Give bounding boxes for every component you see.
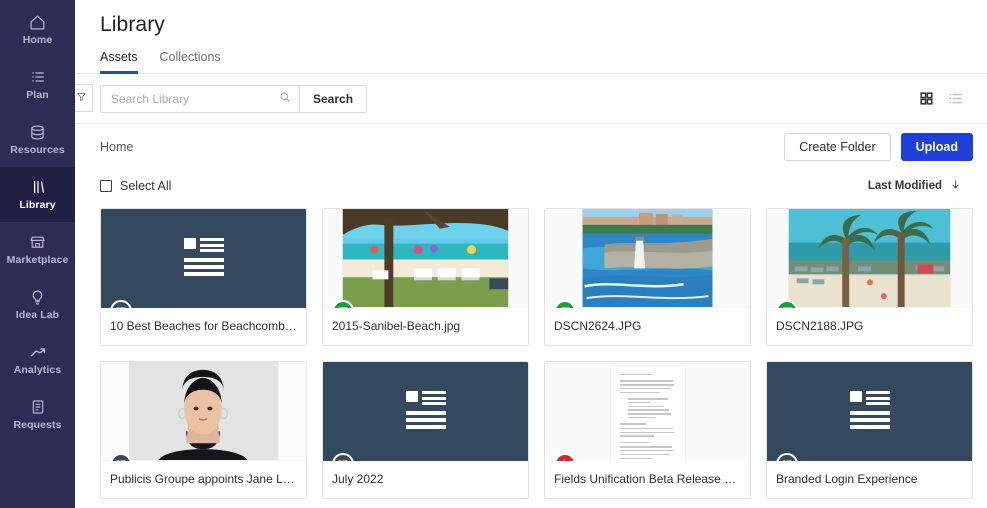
article-icon [332,453,354,461]
photo-lighthouse [545,209,750,308]
breadcrumb-item-home[interactable]: Home [100,140,133,154]
home-icon [29,13,47,31]
store-icon [29,233,47,251]
asset-title: Branded Login Experience [776,472,918,486]
list-icon [29,68,47,86]
database-icon [29,123,47,141]
search-input-wrap [101,86,299,112]
asset-thumbnail [101,362,306,461]
breadcrumb-bar: Home Create Folder Upload [75,124,987,170]
document-placeholder-icon [183,238,224,279]
page-title: Library [100,13,165,36]
sidebar-item-label: Marketplace [6,254,69,266]
sidebar-item-label: Analytics [13,364,62,376]
document-placeholder-icon [849,391,890,432]
photo-sanibel-beach [323,209,528,308]
sidebar-item-label: Requests [13,419,62,431]
photo-palm-beach [767,209,972,308]
sidebar-item-label: Library [19,199,56,211]
asset-thumbnail [767,209,972,308]
sidebar-item-resources[interactable]: Resources [0,112,75,167]
asset-card[interactable]: July 2022 [322,361,529,499]
view-toggle-group [919,91,973,106]
sort-control[interactable]: Last Modified [868,178,973,194]
primary-actions: Create Folder Upload [784,133,973,161]
tab-assets[interactable]: Assets [100,50,138,74]
primary-sidebar: Home Plan Resources Library Marketplace [0,0,75,508]
search-input[interactable] [111,91,279,106]
document-icon [29,398,47,416]
search-icon[interactable] [279,90,291,108]
search-box: Search [100,84,368,113]
sidebar-item-label: Resources [10,144,65,156]
asset-card[interactable]: DSCN2188.JPG [766,208,973,346]
lightbulb-icon [29,288,47,306]
asset-card[interactable]: Fields Unification Beta Release FA... [544,361,751,499]
asset-grid: 10 Best Beaches for Beachcombers 2015-Sa… [75,202,987,499]
asset-title: 10 Best Beaches for Beachcombers [110,319,302,333]
app-root: Home Plan Resources Library Marketplace [0,0,987,508]
select-all-label[interactable]: Select All [120,179,171,193]
asset-card[interactable]: Branded Login Experience [766,361,973,499]
arrow-down-icon [950,178,961,194]
sidebar-item-idea-lab[interactable]: Idea Lab [0,277,75,332]
asset-card[interactable]: 10 Best Beaches for Beachcombers [100,208,307,346]
sidebar-item-analytics[interactable]: Analytics [0,332,75,387]
asset-title: Fields Unification Beta Release FA... [554,472,749,486]
tab-collections[interactable]: Collections [160,50,221,73]
main-content: Library Assets Collections Search Librar… [75,0,987,508]
asset-title: Publicis Groupe appoints Jane Lin... [110,472,303,486]
create-folder-button[interactable]: Create Folder [784,133,891,161]
document-placeholder-icon [405,391,446,432]
list-view-icon[interactable] [948,91,963,106]
trending-up-icon [29,343,47,361]
asset-title: 2015-Sanibel-Beach.jpg [332,319,461,333]
books-icon [29,178,47,196]
selection-toolbar: Select All Last Modified [75,170,987,202]
asset-card[interactable]: DSCN2624.JPG [544,208,751,346]
sidebar-item-marketplace[interactable]: Marketplace [0,222,75,277]
article-icon [110,300,132,308]
search-toolbar: Search [75,74,987,124]
asset-thumbnail [545,362,750,461]
asset-thumbnail [323,362,528,461]
asset-thumbnail [545,209,750,308]
photo-portrait [101,362,306,461]
upload-button[interactable]: Upload [900,133,973,161]
asset-title: DSCN2188.JPG [776,319,864,333]
asset-thumbnail [767,362,972,461]
filter-icon [76,89,87,107]
article-icon [776,453,798,461]
asset-thumbnail [101,209,306,308]
sidebar-item-library[interactable]: Library [0,167,75,222]
asset-card[interactable]: 2015-Sanibel-Beach.jpg [322,208,529,346]
asset-card[interactable]: Publicis Groupe appoints Jane Lin... [100,361,307,499]
filter-button[interactable] [75,84,93,112]
pdf-page-preview [610,366,685,461]
asset-title: July 2022 [332,472,384,486]
tab-bar: Assets Collections [75,37,987,74]
sidebar-item-label: Home [22,34,53,46]
asset-title: DSCN2624.JPG [554,319,642,333]
sidebar-item-requests[interactable]: Requests [0,387,75,442]
sort-label: Last Modified [867,180,942,192]
search-button[interactable]: Search [299,85,367,112]
asset-thumbnail [323,209,528,308]
sidebar-item-plan[interactable]: Plan [0,57,75,112]
sidebar-item-label: Plan [26,89,49,101]
sidebar-item-label: Idea Lab [15,309,60,321]
grid-view-icon[interactable] [919,91,934,106]
select-all-checkbox[interactable] [100,180,112,192]
sidebar-item-home[interactable]: Home [0,2,75,57]
